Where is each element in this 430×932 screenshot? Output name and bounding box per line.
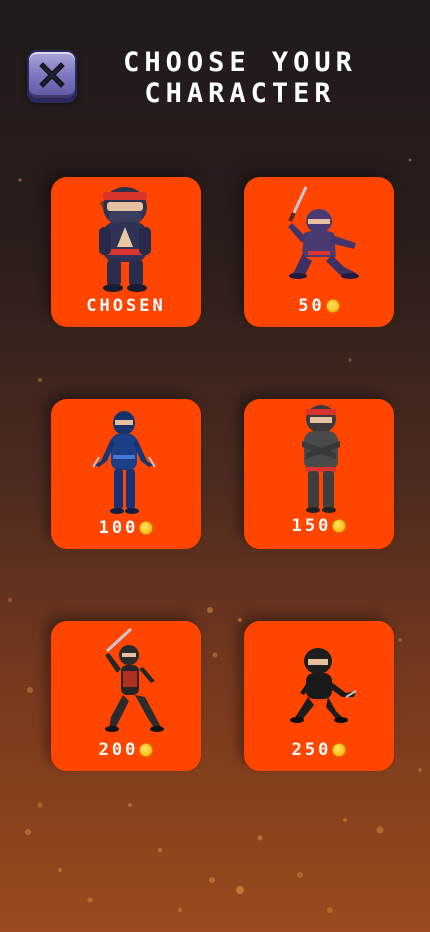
page-title: CHOOSE YOUR CHARACTER — [90, 47, 390, 109]
price-label: 150 — [244, 515, 394, 537]
price-text: 150 — [291, 516, 332, 536]
ninja-6-icon — [290, 648, 357, 723]
ninja-5-icon — [105, 627, 164, 732]
character-card-1[interactable]: CHOSEN — [51, 177, 201, 327]
price-text: 50 — [298, 296, 325, 316]
character-card-6[interactable]: 250 — [244, 621, 394, 771]
price-label: 250 — [244, 739, 394, 761]
coin-icon — [325, 299, 340, 313]
price-label: 100 — [51, 517, 201, 539]
chosen-label: CHOSEN — [86, 296, 166, 316]
coin-icon — [139, 743, 154, 757]
character-card-2[interactable]: 50 — [244, 177, 394, 327]
character-card-3[interactable]: 100 — [51, 399, 201, 549]
ninja-4-icon — [302, 405, 340, 513]
character-card-4[interactable]: 150 — [244, 399, 394, 549]
close-button[interactable] — [27, 50, 77, 100]
ninja-3-icon — [92, 411, 156, 514]
price-label: 200 — [51, 739, 201, 761]
ninja-1-icon — [99, 187, 151, 292]
price-text: 200 — [98, 740, 139, 760]
title-line-2: CHARACTER — [144, 78, 336, 109]
title-line-1: CHOOSE YOUR — [123, 47, 357, 78]
character-label: CHOSEN — [51, 295, 201, 317]
coin-icon — [332, 743, 347, 757]
character-card-5[interactable]: 200 — [51, 621, 201, 771]
price-label: 50 — [244, 295, 394, 317]
price-text: 250 — [291, 740, 332, 760]
coin-icon — [139, 521, 154, 535]
price-text: 100 — [98, 518, 139, 538]
coin-icon — [332, 519, 347, 533]
close-icon — [39, 62, 65, 88]
ninja-2-icon — [288, 186, 359, 279]
